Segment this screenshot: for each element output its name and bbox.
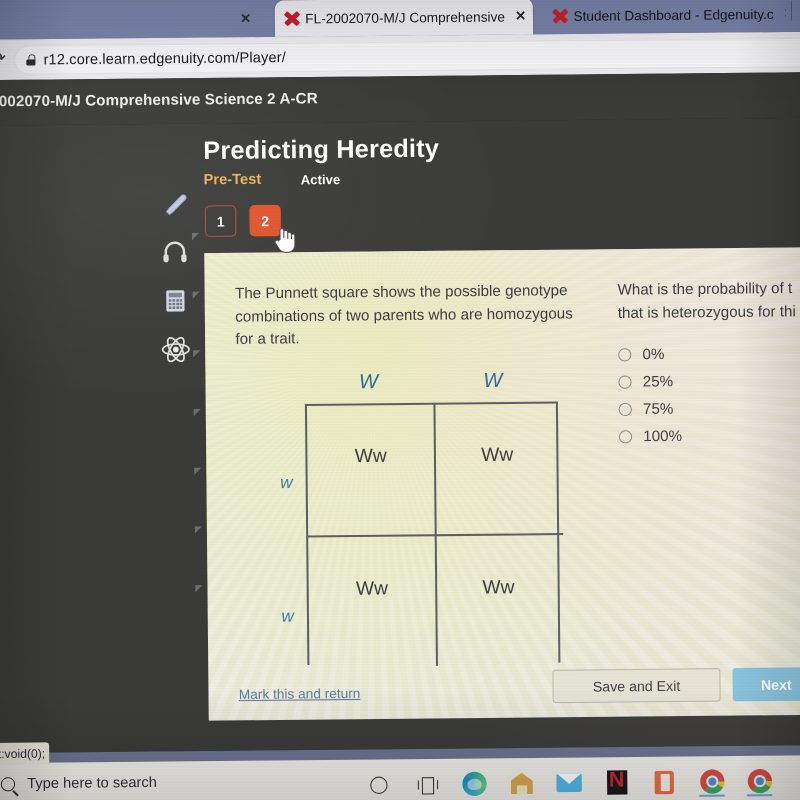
question-prompt: What is the probability of t that is het… xyxy=(617,277,800,325)
answer-option-0[interactable]: 0% xyxy=(618,339,800,369)
photographed-screen: ✕ FL-2002070-M/J Comprehensive ✕ Student… xyxy=(0,0,800,800)
radio-button-icon[interactable] xyxy=(618,375,632,389)
active-window-indicator xyxy=(699,794,725,797)
punnett-cell: Ww xyxy=(481,444,514,467)
question-stem: The Punnett square shows the possible ge… xyxy=(234,282,573,348)
mail-icon xyxy=(556,773,582,793)
rail-marker-icon xyxy=(191,232,200,241)
answer-option-label: 0% xyxy=(642,345,665,364)
answer-option-1[interactable]: 25% xyxy=(618,366,800,396)
microsoft-store-button[interactable] xyxy=(498,766,546,800)
rail-marker-icon xyxy=(193,408,201,417)
microsoft-store-icon xyxy=(510,773,532,794)
rail-marker-icon xyxy=(193,350,201,358)
close-icon[interactable]: ✕ xyxy=(240,11,251,27)
answer-column: What is the probability of t that is het… xyxy=(617,277,800,450)
punnett-column-header-0: W xyxy=(358,370,379,394)
cortana-icon xyxy=(370,776,388,794)
punnett-cell: Ww xyxy=(354,445,387,468)
task-view-icon xyxy=(417,777,435,792)
edge-button[interactable] xyxy=(450,766,498,800)
answer-option-2[interactable]: 75% xyxy=(618,394,800,424)
browser-status-bar: t:void(0); xyxy=(0,742,50,766)
tab-title: FL-2002070-M/J Comprehensive xyxy=(305,8,506,26)
assignment-type-label: Pre-Test xyxy=(203,171,262,189)
rail-marker-icon xyxy=(194,526,202,534)
chrome-window-button-2[interactable] xyxy=(735,764,783,799)
rail-marker-icon xyxy=(194,467,202,475)
tool-rail xyxy=(147,179,204,374)
active-window-indicator xyxy=(746,794,773,797)
chrome-window-button-1[interactable] xyxy=(688,764,736,799)
punnett-cell: Ww xyxy=(482,577,515,599)
taskbar-icon-row xyxy=(355,764,783,800)
question-prompt-line-1: What is the probability of t xyxy=(617,279,793,299)
assignment-status-label: Active xyxy=(300,171,341,188)
tab-title: Student Dashboard - Edgenuity.c xyxy=(573,6,774,24)
answer-options: 0% 25% 75% 100% xyxy=(618,339,800,451)
question-prompt-line-2: that is heterozygous for thi xyxy=(617,302,796,322)
calculator-tool-button[interactable] xyxy=(148,276,203,325)
cortana-button[interactable] xyxy=(355,767,403,800)
course-header-bar: 2002070-M/J Comprehensive Science 2 A-CR xyxy=(0,71,800,126)
question-button-2[interactable]: 2 xyxy=(249,204,282,237)
punnett-grid: Ww Ww Ww Ww xyxy=(304,401,564,666)
browser-tab-student-dashboard[interactable]: Student Dashboard - Edgenuity.c ✕ xyxy=(543,0,786,34)
punnett-row-header-0: w xyxy=(280,472,293,493)
lock-icon xyxy=(26,54,35,65)
taskbar-search-placeholder: Type here to search xyxy=(27,774,157,793)
url-text: r12.core.learn.edgenuity.com/Player/ xyxy=(43,49,286,68)
course-title: 2002070-M/J Comprehensive Science 2 A-CR xyxy=(0,90,318,111)
calculator-icon xyxy=(166,290,185,312)
reload-icon[interactable]: ⟳ xyxy=(0,49,8,70)
answer-option-3[interactable]: 100% xyxy=(618,421,800,451)
radio-button-icon[interactable] xyxy=(618,402,632,417)
rail-marker-icon xyxy=(192,291,200,299)
tab-separator xyxy=(790,0,793,21)
tab-0-close-button[interactable]: ✕ xyxy=(234,1,253,38)
edgenuity-x-icon xyxy=(284,11,299,26)
netflix-button[interactable] xyxy=(593,765,641,800)
page-title: Predicting Heredity xyxy=(203,134,440,166)
punnett-column-header-1: W xyxy=(483,369,503,393)
radio-button-icon[interactable] xyxy=(618,430,633,444)
close-icon[interactable]: ✕ xyxy=(515,8,526,24)
edgenuity-x-icon xyxy=(552,8,567,23)
atom-icon xyxy=(161,336,190,363)
next-button[interactable]: Next xyxy=(732,666,800,702)
mail-button[interactable] xyxy=(545,766,593,800)
edge-icon xyxy=(461,771,487,797)
answer-option-label: 75% xyxy=(642,400,674,418)
lesson-player: Predicting Heredity Pre-Test Active 1 2 xyxy=(0,117,800,754)
task-view-button[interactable] xyxy=(403,767,451,800)
answer-option-label: 100% xyxy=(643,427,683,446)
chrome-icon xyxy=(747,768,772,794)
search-icon xyxy=(0,777,16,792)
browser-tab-active[interactable]: FL-2002070-M/J Comprehensive ✕ xyxy=(274,0,534,37)
question-card: The Punnett square shows the possible ge… xyxy=(204,247,800,721)
punnett-cell: Ww xyxy=(355,578,389,600)
answer-option-label: 25% xyxy=(642,373,674,391)
rail-marker-icon xyxy=(195,585,203,593)
headphones-icon xyxy=(163,241,187,263)
office-button[interactable] xyxy=(640,765,688,800)
netflix-icon xyxy=(606,770,627,795)
save-and-exit-button[interactable]: Save and Exit xyxy=(552,668,721,704)
highlighter-icon xyxy=(165,194,187,216)
highlighter-tool-button[interactable] xyxy=(147,179,202,228)
radio-button-icon[interactable] xyxy=(618,348,632,362)
windows-taskbar: Type here to search xyxy=(0,754,800,800)
chrome-icon xyxy=(699,769,725,794)
taskbar-search-box[interactable]: Type here to search xyxy=(0,774,157,793)
screen-content: ✕ FL-2002070-M/J Comprehensive ✕ Student… xyxy=(0,0,800,800)
question-button-1[interactable]: 1 xyxy=(204,205,237,237)
punnett-row-header-1: w xyxy=(281,606,295,626)
mark-this-and-return-link[interactable]: Mark this and return xyxy=(239,686,361,702)
office-icon xyxy=(654,770,674,794)
close-icon[interactable]: ✕ xyxy=(784,6,786,22)
address-bar[interactable]: r12.core.learn.edgenuity.com/Player/ xyxy=(14,37,800,75)
punnett-square-diagram: W W w w Ww Ww Ww Ww xyxy=(268,369,574,666)
